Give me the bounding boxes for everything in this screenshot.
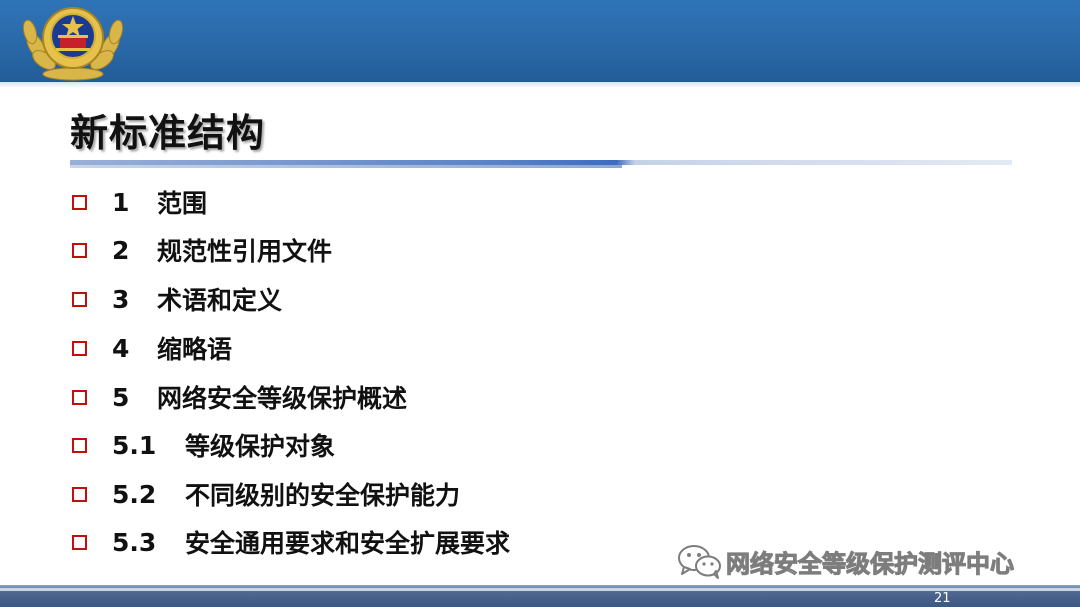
toc-number: 5.1 xyxy=(112,430,157,460)
toc-item-2: 2 规范性引用文件 xyxy=(70,226,770,274)
hollow-square-bullet-icon xyxy=(72,534,87,550)
toc-item-3: 3 术语和定义 xyxy=(70,275,770,323)
toc-label: 等级保护对象 xyxy=(185,432,336,461)
toc-number: 5 xyxy=(112,382,130,412)
title-divider-accent xyxy=(70,165,622,168)
wechat-icon xyxy=(678,545,721,579)
toc-number: 4 xyxy=(112,333,130,363)
top-banner-edge xyxy=(0,82,1080,88)
hollow-square-bullet-icon xyxy=(72,437,87,453)
toc-item-1: 1 范围 xyxy=(70,178,770,226)
hollow-square-bullet-icon xyxy=(72,486,87,502)
toc-label: 术语和定义 xyxy=(157,286,283,315)
toc-label: 网络安全等级保护概述 xyxy=(157,384,408,413)
toc-number: 2 xyxy=(112,235,130,265)
page-number: 21 xyxy=(934,591,951,606)
toc-number: 3 xyxy=(112,284,130,314)
hollow-square-bullet-icon xyxy=(72,242,87,258)
hollow-square-bullet-icon xyxy=(72,194,87,210)
toc-item-5-3: 5.3 安全通用要求和安全扩展要求 xyxy=(70,518,770,566)
toc-label: 缩略语 xyxy=(157,335,233,364)
hollow-square-bullet-icon xyxy=(72,389,87,405)
toc-item-4: 4 缩略语 xyxy=(70,324,770,372)
page-title: 新标准结构 xyxy=(70,111,266,155)
watermark: 网络安全等级保护测评中心 xyxy=(676,543,1015,579)
hollow-square-bullet-icon xyxy=(72,291,87,307)
toc-label: 不同级别的安全保护能力 xyxy=(185,481,461,510)
bottom-bar-highlight xyxy=(0,588,1080,591)
toc-item-5-1: 5.1 等级保护对象 xyxy=(70,421,770,469)
toc-label: 规范性引用文件 xyxy=(157,237,333,266)
toc-label: 安全通用要求和安全扩展要求 xyxy=(185,529,511,558)
watermark-text: 网络安全等级保护测评中心 xyxy=(726,549,1015,578)
hollow-square-bullet-icon xyxy=(72,340,87,356)
top-banner xyxy=(0,0,1080,82)
toc-item-5: 5 网络安全等级保护概述 xyxy=(70,373,770,421)
toc-number: 5.2 xyxy=(112,479,157,509)
toc-number: 5.3 xyxy=(112,527,157,557)
toc-label: 范围 xyxy=(157,189,208,218)
police-emblem-icon xyxy=(22,7,124,81)
toc-item-5-2: 5.2 不同级别的安全保护能力 xyxy=(70,470,770,518)
toc-number: 1 xyxy=(112,187,130,217)
